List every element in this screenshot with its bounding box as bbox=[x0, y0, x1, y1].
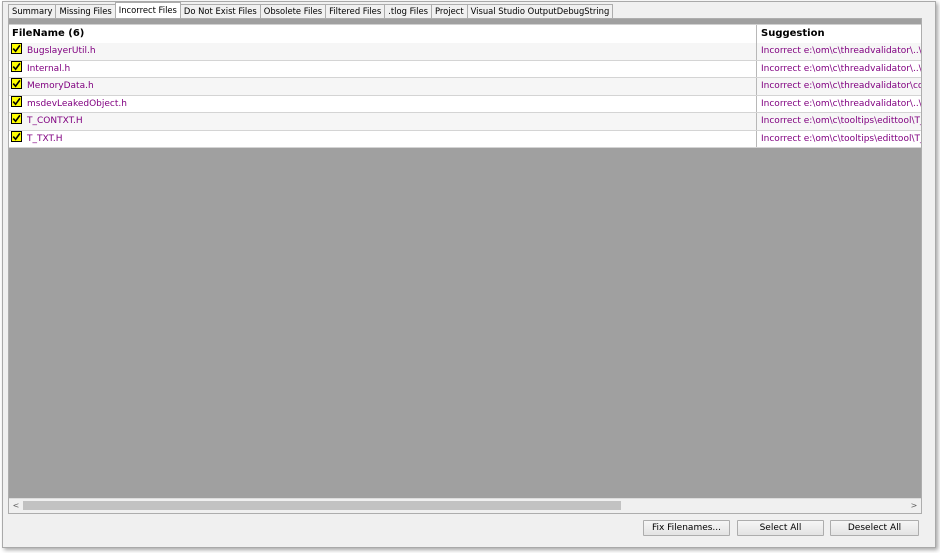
checkbox-checked-icon[interactable] bbox=[11, 95, 22, 107]
select-all-button[interactable]: Select All bbox=[737, 520, 824, 536]
tab-project[interactable]: Project bbox=[430, 4, 468, 18]
column-header-suggestion[interactable]: Suggestion bbox=[757, 25, 921, 43]
tab-panel: FileName (6) Suggestion BugslayerUtil.h … bbox=[8, 18, 922, 514]
filename-cell: T_TXT.H bbox=[27, 133, 63, 144]
checkbox-checked-icon[interactable] bbox=[11, 130, 22, 142]
chevron-left-icon[interactable]: < bbox=[9, 499, 23, 513]
suggestion-cell: Incorrect e:\om\c\threadvalidator\..\svl… bbox=[761, 63, 921, 74]
table-row[interactable]: MemoryData.h Incorrect e:\om\c\threadval… bbox=[9, 78, 921, 96]
tab-tlog-files[interactable]: .tlog Files bbox=[384, 4, 432, 18]
tab-obsolete-files[interactable]: Obsolete Files bbox=[259, 4, 327, 18]
checkbox-checked-icon[interactable] bbox=[11, 113, 22, 124]
deselect-all-button[interactable]: Deselect All bbox=[830, 520, 919, 536]
table-row[interactable]: BugslayerUtil.h Incorrect e:\om\c\thread… bbox=[9, 43, 921, 61]
scrollbar-thumb[interactable] bbox=[23, 501, 621, 510]
checkbox-checked-icon[interactable] bbox=[11, 78, 22, 89]
table-row[interactable]: T_CONTXT.H Incorrect e:\om\c\tooltips\ed… bbox=[9, 113, 921, 131]
column-header-filename[interactable]: FileName (6) bbox=[9, 25, 757, 43]
chevron-right-icon[interactable]: > bbox=[907, 499, 921, 513]
table-row[interactable]: T_TXT.H Incorrect e:\om\c\tooltips\editt… bbox=[9, 130, 921, 148]
suggestion-cell: Incorrect e:\om\c\threadvalidator\comm bbox=[761, 81, 921, 91]
grid-rows: BugslayerUtil.h Incorrect e:\om\c\thread… bbox=[9, 43, 921, 148]
suggestion-cell: Incorrect e:\om\c\tooltips\edittool\T_CO bbox=[761, 116, 921, 126]
filename-cell: T_CONTXT.H bbox=[27, 116, 83, 126]
tab-strip: Summary Missing Files Incorrect Files Do… bbox=[8, 2, 614, 18]
filename-cell: msdevLeakedObject.h bbox=[27, 98, 127, 109]
fix-filenames-button[interactable]: Fix Filenames... bbox=[643, 520, 730, 536]
suggestion-cell: Incorrect e:\om\c\threadvalidator\..\svl… bbox=[761, 46, 921, 56]
file-grid[interactable]: FileName (6) Suggestion BugslayerUtil.h … bbox=[9, 19, 921, 499]
checkbox-checked-icon[interactable] bbox=[11, 60, 22, 72]
grid-header: FileName (6) Suggestion bbox=[9, 24, 921, 44]
table-row[interactable]: Internal.h Incorrect e:\om\c\threadvalid… bbox=[9, 60, 921, 78]
tab-summary[interactable]: Summary bbox=[8, 4, 57, 18]
filename-cell: Internal.h bbox=[27, 63, 71, 74]
filename-cell: BugslayerUtil.h bbox=[27, 46, 96, 56]
tab-visual-studio-outputdebugstring[interactable]: Visual Studio OutputDebugString bbox=[466, 4, 614, 18]
tab-incorrect-files[interactable]: Incorrect Files bbox=[114, 2, 181, 18]
table-row[interactable]: msdevLeakedObject.h Incorrect e:\om\c\th… bbox=[9, 95, 921, 113]
tab-do-not-exist-files[interactable]: Do Not Exist Files bbox=[179, 4, 261, 18]
checkbox-checked-icon[interactable] bbox=[11, 43, 22, 54]
suggestion-cell: Incorrect e:\om\c\tooltips\edittool\T_TX bbox=[761, 133, 921, 144]
tab-missing-files[interactable]: Missing Files bbox=[55, 4, 116, 18]
suggestion-cell: Incorrect e:\om\c\threadvalidator\..\svl… bbox=[761, 98, 921, 109]
tab-filtered-files[interactable]: Filtered Files bbox=[325, 4, 386, 18]
horizontal-scrollbar[interactable]: < > bbox=[9, 498, 921, 513]
filename-cell: MemoryData.h bbox=[27, 81, 94, 91]
